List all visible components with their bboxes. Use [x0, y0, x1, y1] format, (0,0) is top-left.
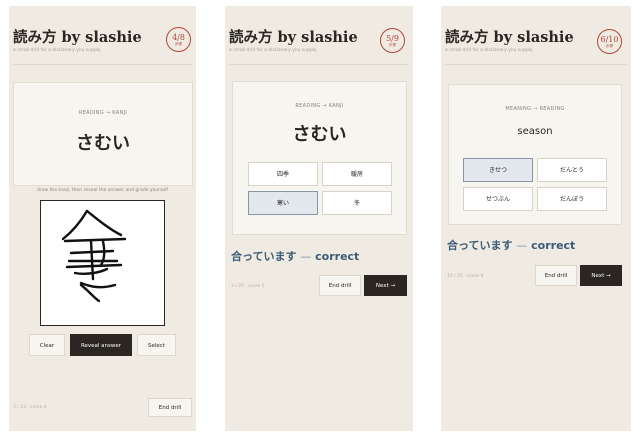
- select-button[interactable]: Select: [137, 334, 176, 356]
- end-drill-button[interactable]: End drill: [148, 398, 192, 417]
- reveal-answer-button[interactable]: Reveal answer: [70, 334, 132, 356]
- question-card: READING → KANJI さむい 四季 暖房 寒い 冬: [232, 81, 407, 235]
- feedback-japanese: 合っています: [231, 250, 297, 263]
- app-subtitle: a small drill for a dictionary you suppl…: [229, 48, 317, 53]
- app-title: 読み方 by slashie: [445, 29, 574, 46]
- prompt-word: season: [517, 126, 553, 137]
- correct-feedback: 合っています — correct: [231, 248, 359, 264]
- progress-stamp: 6/10 步骤: [597, 29, 622, 54]
- drill-direction: MEANING → READING: [505, 106, 565, 112]
- progress-unit: 步骤: [175, 42, 182, 46]
- app-title: 読み方 by slashie: [13, 29, 142, 46]
- handwritten-strokes: [61, 209, 127, 303]
- answer-option[interactable]: だんぼう: [537, 187, 607, 211]
- drill-status: 10 / 25 · score 6: [447, 274, 484, 279]
- header-divider: [13, 64, 192, 65]
- drill-direction: READING → KANJI: [295, 103, 344, 109]
- progress-stamp: 4/8 步骤: [166, 27, 191, 52]
- drill-status: 3 / 23 · score 4: [13, 405, 47, 410]
- app-title: 読み方 by slashie: [229, 29, 358, 46]
- drill-direction: READING → KANJI: [78, 110, 128, 116]
- answer-option[interactable]: 冬: [322, 191, 392, 215]
- progress-count: 6/10: [600, 35, 619, 44]
- app-subtitle: a small drill for a dictionary you suppl…: [13, 48, 101, 53]
- drill-status: 3 / 25 · score 5: [231, 284, 265, 289]
- progress-count: 5/9: [386, 34, 399, 43]
- end-drill-button[interactable]: End drill: [319, 275, 361, 296]
- feedback-japanese: 合っています: [447, 239, 513, 252]
- answer-option[interactable]: だんとう: [537, 158, 607, 182]
- feedback-english: correct: [531, 239, 576, 252]
- correct-feedback: 合っています — correct: [447, 237, 575, 253]
- drawing-canvas[interactable]: [40, 200, 165, 326]
- feedback-english: correct: [315, 250, 360, 263]
- drill-screen-kanji-choice: 読み方 by slashie a small drill for a dicti…: [225, 6, 413, 431]
- app-subtitle: a small drill for a dictionary you suppl…: [445, 48, 533, 53]
- next-button[interactable]: Next →: [580, 265, 622, 286]
- next-button[interactable]: Next →: [364, 275, 407, 296]
- answer-option[interactable]: 暖房: [322, 162, 392, 186]
- answer-option-selected[interactable]: 寒い: [248, 191, 318, 215]
- clear-button[interactable]: Clear: [29, 334, 65, 356]
- prompt-card: READING → KANJI さむい: [13, 82, 193, 186]
- answer-option-selected[interactable]: きせつ: [463, 158, 533, 182]
- progress-stamp: 5/9 步骤: [380, 28, 405, 53]
- answer-option[interactable]: せつぶん: [463, 187, 533, 211]
- drill-screen-reading-choice: 読み方 by slashie a small drill for a dicti…: [441, 6, 631, 431]
- prompt-word: さむい: [292, 124, 347, 145]
- header-divider: [229, 64, 409, 65]
- feedback-separator: —: [300, 250, 312, 263]
- progress-unit: 步骤: [606, 44, 613, 48]
- feedback-separator: —: [516, 239, 528, 252]
- progress-unit: 步骤: [389, 43, 396, 47]
- prompt-word: さむい: [76, 133, 130, 154]
- drill-screen-drawing: 読み方 by slashie a small drill for a dicti…: [9, 6, 196, 431]
- end-drill-button[interactable]: End drill: [535, 265, 577, 286]
- progress-count: 4/8: [172, 33, 185, 42]
- drawing-hint: draw the kanji, then reveal the answer a…: [37, 188, 168, 193]
- header-divider: [445, 64, 627, 65]
- question-card: MEANING → READING season きせつ だんとう せつぶん だ…: [448, 84, 622, 225]
- answer-option[interactable]: 四季: [248, 162, 318, 186]
